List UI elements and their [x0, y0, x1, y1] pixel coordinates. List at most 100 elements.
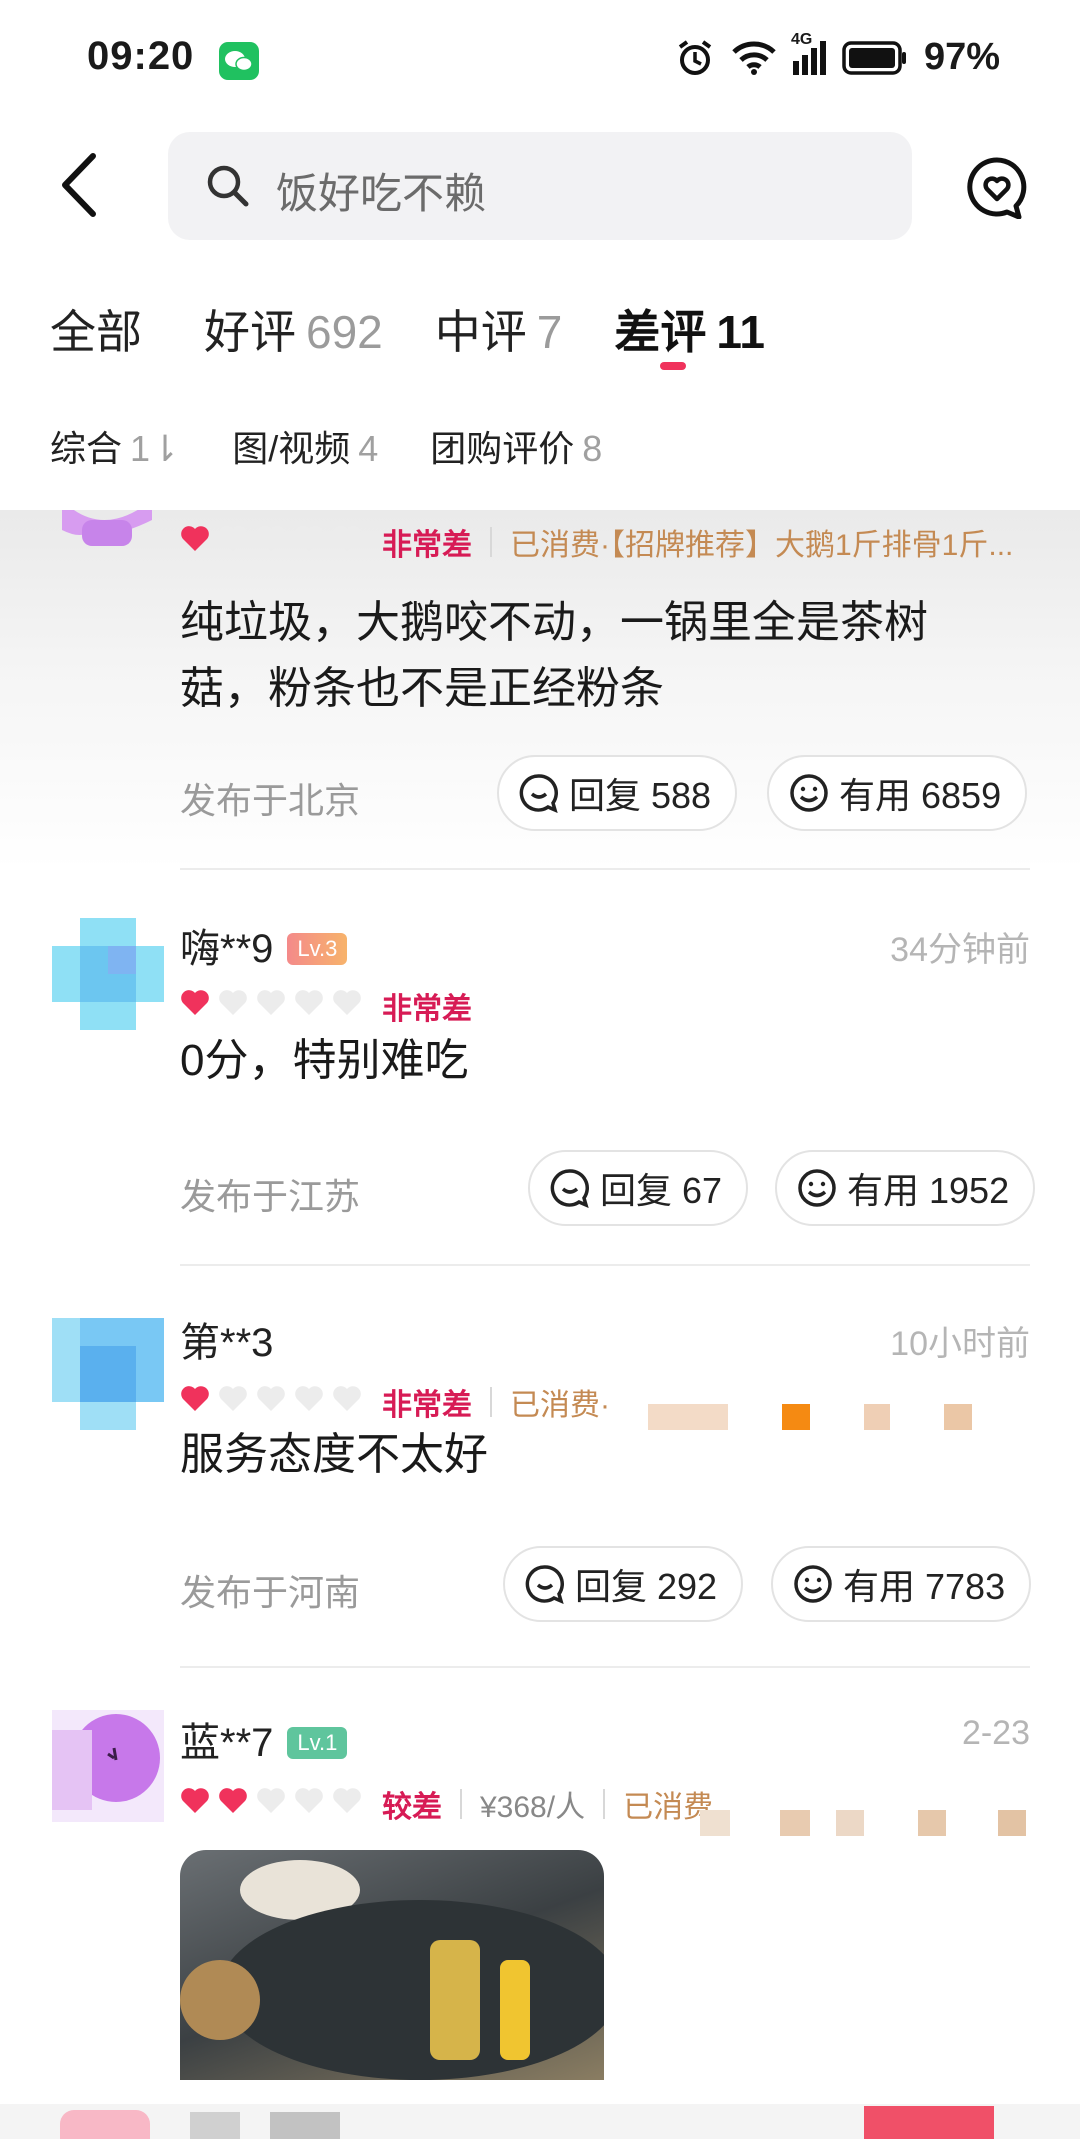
battery-icon	[842, 40, 906, 75]
price-per-person: ¥368/人	[480, 1791, 586, 1824]
heart-empty-icon	[257, 1386, 285, 1411]
consumed-info[interactable]: 已消费·【招牌推荐】大鹅1斤排骨1斤...	[510, 520, 1013, 564]
review-location: 发布于北京	[180, 780, 361, 821]
review-card: 第**3 10小时前 非常差 已消费· 服务态度不太好 发布于河南 回复 292…	[0, 1310, 1080, 1710]
reviewer-name[interactable]: 第**3	[180, 1310, 273, 1368]
bottom-bar	[0, 2104, 1080, 2139]
reply-button[interactable]: 回复 292	[503, 1546, 744, 1622]
alarm-icon	[678, 39, 712, 75]
rating-hearts	[180, 1786, 362, 1814]
level-badge: Lv.1	[287, 1727, 348, 1759]
avatar[interactable]	[52, 1318, 164, 1430]
useful-count: 有用 6859	[839, 775, 1002, 816]
level-badge: Lv.3	[287, 933, 348, 965]
avatar[interactable]	[52, 918, 164, 1030]
review-filter-tabs: 全部 好评 692 中评 7 差评 11	[50, 296, 817, 362]
status-time: 09:20	[87, 34, 195, 78]
pixelated-content	[864, 1404, 890, 1430]
heart-empty-icon	[219, 990, 247, 1015]
status-indicators: 4G 97%	[675, 31, 1000, 79]
heart-empty-icon	[333, 990, 361, 1015]
rating-hearts	[180, 1384, 362, 1412]
review-card: 非常差 已消费·【招牌推荐】大鹅1斤排骨1斤... 纯垃圾，大鹅咬不动，一锅里全…	[0, 510, 1080, 870]
review-photo[interactable]	[180, 1850, 604, 2080]
subtab-group-buy[interactable]: 团购评价 8	[430, 420, 602, 472]
reply-count: 回复 67	[600, 1170, 723, 1211]
comment-icon	[550, 1169, 589, 1208]
rating-hearts	[180, 988, 362, 1016]
pixelated-content	[782, 1404, 810, 1430]
rating-label: 非常差	[382, 529, 472, 562]
review-content[interactable]: 0分，特别难吃	[180, 1028, 980, 1094]
reply-count: 回复 588	[569, 775, 712, 816]
search-bar[interactable]: 饭好吃不赖	[168, 132, 912, 240]
smile-icon	[798, 1169, 836, 1207]
pixelated-content	[918, 1810, 946, 1836]
useful-count: 有用 1952	[847, 1170, 1010, 1211]
pixelated-content	[944, 1404, 972, 1430]
review-meta: 非常差 已消费·	[382, 1380, 610, 1424]
subtab-overall[interactable]: 综合 1⇂	[50, 420, 180, 472]
reviewer-name[interactable]: 蓝**7 Lv.1	[180, 1710, 348, 1768]
divider	[180, 1264, 1030, 1266]
heart-empty-icon	[333, 1386, 361, 1411]
pixelated-content	[998, 1810, 1026, 1836]
review-time: 2-23	[961, 1714, 1030, 1752]
avatar	[62, 510, 152, 546]
pixelated-content	[648, 1404, 728, 1430]
heart-empty-icon	[295, 526, 323, 551]
useful-button[interactable]: 有用 1952	[775, 1150, 1036, 1226]
useful-button[interactable]: 有用 6859	[767, 755, 1028, 831]
heart-empty-icon	[333, 1788, 361, 1813]
comment-icon	[519, 774, 558, 813]
tab-positive[interactable]: 好评 692	[204, 296, 383, 362]
avatar[interactable]	[52, 1710, 164, 1822]
wifi-icon	[732, 41, 776, 75]
reviewer-name[interactable]: 嗨**9 Lv.3	[180, 916, 348, 974]
reply-button[interactable]: 回复 588	[497, 755, 738, 831]
tab-negative[interactable]: 差评 11	[614, 296, 765, 362]
heart-empty-icon	[257, 526, 285, 551]
heart-filled-icon	[181, 990, 209, 1015]
review-time: 34分钟前	[890, 931, 1030, 969]
chat-heart-button[interactable]	[965, 155, 1029, 224]
heart-filled-icon	[181, 526, 209, 551]
back-button[interactable]	[55, 150, 105, 220]
pixelated-content	[780, 1810, 810, 1836]
heart-empty-icon	[295, 990, 323, 1015]
heart-empty-icon	[295, 1386, 323, 1411]
rating-hearts	[180, 524, 362, 552]
heart-empty-icon	[257, 990, 285, 1015]
tab-all[interactable]: 全部	[50, 296, 152, 362]
heart-empty-icon	[257, 1788, 285, 1813]
review-meta: 非常差 已消费·【招牌推荐】大鹅1斤排骨1斤...	[382, 520, 1013, 564]
smile-icon	[794, 1565, 832, 1603]
comment-icon	[525, 1565, 564, 1604]
heart-empty-icon	[219, 526, 247, 551]
pixelated-content	[700, 1810, 730, 1836]
sort-subtabs: 综合 1⇂ 图/视频 4 团购评价 8	[50, 420, 654, 472]
review-meta: 非常差	[382, 984, 472, 1028]
rating-label: 非常差	[382, 1389, 472, 1422]
consumed-info[interactable]: 已消费·	[510, 1380, 610, 1424]
reply-count: 回复 292	[575, 1566, 718, 1607]
subtab-media[interactable]: 图/视频 4	[232, 420, 378, 472]
reply-button[interactable]: 回复 67	[528, 1150, 749, 1226]
review-card: 嗨**9 Lv.3 34分钟前 非常差 0分，特别难吃 发布于江苏 回复 67 有…	[0, 910, 1080, 1266]
review-list[interactable]: 非常差 已消费·【招牌推荐】大鹅1斤排骨1斤... 纯垃圾，大鹅咬不动，一锅里全…	[0, 510, 1080, 2139]
useful-button[interactable]: 有用 7783	[771, 1546, 1032, 1622]
chat-heart-icon	[967, 157, 1027, 220]
heart-filled-icon	[181, 1386, 209, 1411]
tab-neutral[interactable]: 中评 7	[435, 296, 563, 362]
divider	[180, 868, 1030, 870]
review-content[interactable]: 服务态度不太好	[180, 1422, 980, 1488]
heart-empty-icon	[295, 1788, 323, 1813]
rating-label: 较差	[382, 1791, 442, 1824]
rating-label: 非常差	[382, 993, 472, 1026]
review-meta: 较差 ¥368/人 已消费	[382, 1782, 713, 1826]
active-tab-indicator	[660, 362, 686, 370]
review-content[interactable]: 纯垃圾，大鹅咬不动，一锅里全是茶树菇，粉条也不是正经粉条	[180, 590, 980, 722]
wechat-notification-icon	[219, 42, 259, 80]
heart-empty-icon	[333, 526, 361, 551]
heart-empty-icon	[219, 1386, 247, 1411]
